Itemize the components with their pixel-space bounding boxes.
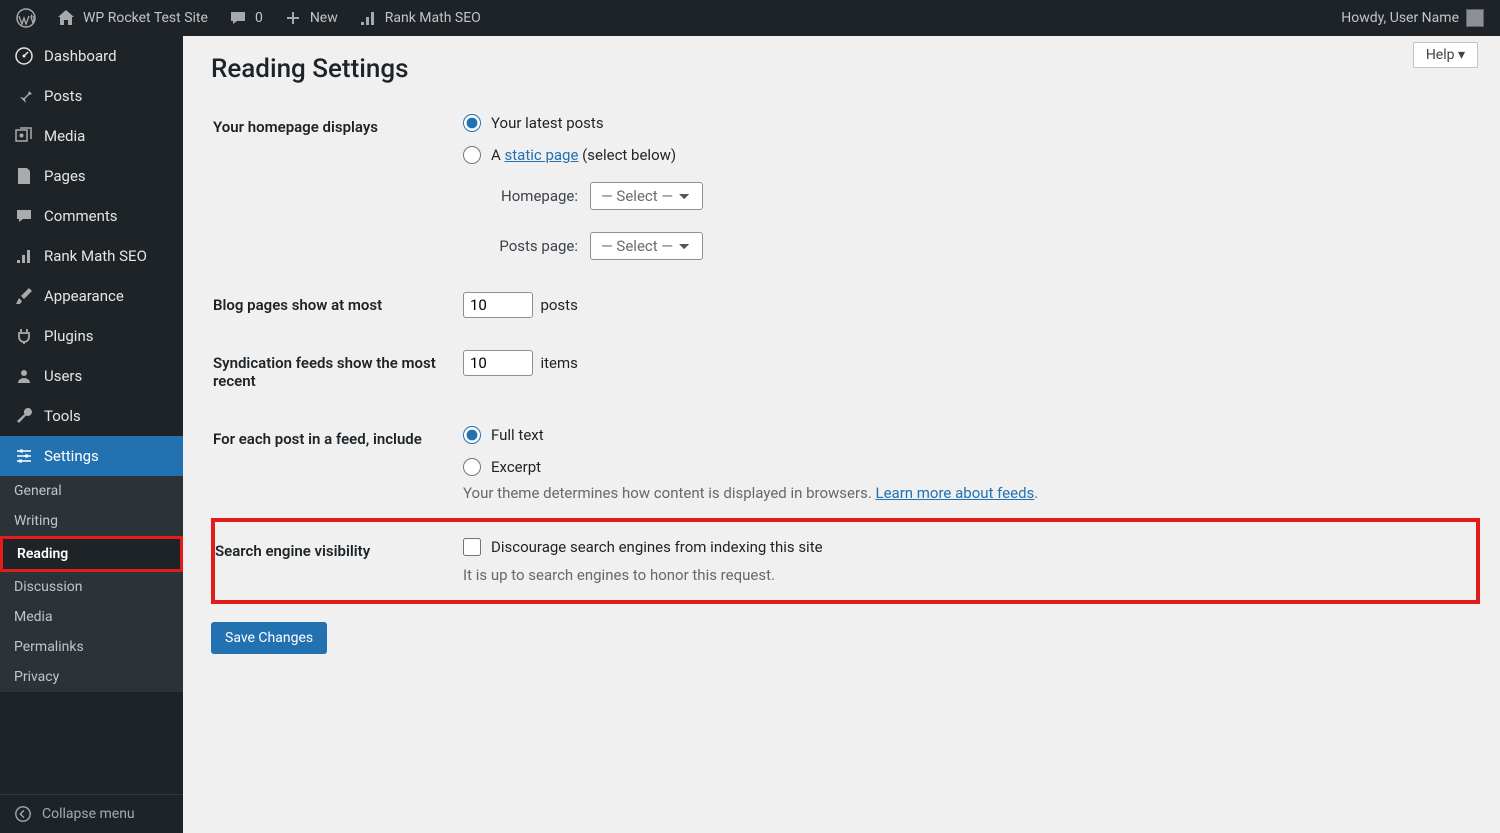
blog-pages-suffix: posts <box>540 296 577 314</box>
submenu-reading[interactable]: Reading <box>0 536 183 572</box>
wp-logo[interactable] <box>6 0 46 36</box>
static-suffix: (select below) <box>578 146 676 164</box>
static-prefix: A <box>491 146 505 164</box>
comments-link[interactable]: 0 <box>218 0 273 36</box>
brush-icon <box>14 286 34 306</box>
sev-label: Search engine visibility <box>213 520 453 602</box>
page-title: Reading Settings <box>211 36 1480 98</box>
sidebar-item-label: Tools <box>44 407 81 425</box>
sidebar-item-settings[interactable]: Settings <box>0 436 183 476</box>
feed-note-prefix: Your theme determines how content is dis… <box>463 484 876 502</box>
sidebar-item-label: Dashboard <box>44 47 117 65</box>
howdy-label: Howdy, User Name <box>1341 10 1459 26</box>
sidebar-item-comments[interactable]: Comments <box>0 196 183 236</box>
sidebar-item-tools[interactable]: Tools <box>0 396 183 436</box>
help-label: Help <box>1426 47 1455 63</box>
rankmath-bar[interactable]: Rank Math SEO <box>348 0 491 36</box>
home-icon <box>56 8 76 28</box>
comment-icon <box>228 8 248 28</box>
collapse-label: Collapse menu <box>42 806 135 822</box>
radio-latest-posts[interactable] <box>463 114 481 132</box>
submenu-discussion[interactable]: Discussion <box>0 572 183 602</box>
pin-icon <box>14 86 34 106</box>
homepage-select-label: Homepage: <box>493 187 578 205</box>
submenu-media[interactable]: Media <box>0 602 183 632</box>
postspage-select[interactable]: — Select — <box>590 232 703 260</box>
submenu-permalinks[interactable]: Permalinks <box>0 632 183 662</box>
plug-icon <box>14 326 34 346</box>
sidebar-item-media[interactable]: Media <box>0 116 183 156</box>
new-content[interactable]: New <box>273 0 348 36</box>
wordpress-icon <box>16 8 36 28</box>
discourage-label: Discourage search engines from indexing … <box>491 538 823 556</box>
submenu-general[interactable]: General <box>0 476 183 506</box>
feed-label: For each post in a feed, include <box>213 410 453 520</box>
sidebar-item-label: Settings <box>44 447 99 465</box>
submenu-writing[interactable]: Writing <box>0 506 183 536</box>
sidebar-submenu: General Writing Reading Discussion Media… <box>0 476 183 692</box>
dashboard-icon <box>14 46 34 66</box>
sidebar-item-label: Comments <box>44 207 118 225</box>
sidebar-item-dashboard[interactable]: Dashboard <box>0 36 183 76</box>
sidebar-item-label: Pages <box>44 167 86 185</box>
sev-note: It is up to search engines to honor this… <box>463 566 1466 584</box>
sidebar-item-posts[interactable]: Posts <box>0 76 183 116</box>
blog-pages-input[interactable] <box>463 292 533 318</box>
radio-excerpt[interactable] <box>463 458 481 476</box>
chart-icon <box>14 246 34 266</box>
homepage-select[interactable]: — Select — <box>590 182 703 210</box>
admin-sidebar: Dashboard Posts Media Pages Comments Ran… <box>0 36 183 833</box>
sidebar-item-label: Media <box>44 127 85 145</box>
submenu-privacy[interactable]: Privacy <box>0 662 183 692</box>
syndication-input[interactable] <box>463 350 533 376</box>
sliders-icon <box>14 446 34 466</box>
save-button[interactable]: Save Changes <box>211 622 327 654</box>
wrench-icon <box>14 406 34 426</box>
static-page-link[interactable]: static page <box>505 146 579 164</box>
sidebar-item-label: Posts <box>44 87 82 105</box>
plus-icon <box>283 8 303 28</box>
discourage-checkbox[interactable] <box>463 538 481 556</box>
comments-count: 0 <box>255 10 263 26</box>
admin-bar: WP Rocket Test Site 0 New Rank Math SEO … <box>0 0 1500 36</box>
sidebar-item-appearance[interactable]: Appearance <box>0 276 183 316</box>
comment-icon <box>14 206 34 226</box>
page-icon <box>14 166 34 186</box>
howdy[interactable]: Howdy, User Name <box>1331 0 1494 36</box>
media-icon <box>14 126 34 146</box>
sidebar-item-label: Users <box>44 367 82 385</box>
radio-full-text[interactable] <box>463 426 481 444</box>
help-tab[interactable]: Help ▾ <box>1413 42 1478 68</box>
collapse-icon <box>14 805 32 823</box>
sidebar-item-users[interactable]: Users <box>0 356 183 396</box>
radio-static-page[interactable] <box>463 146 481 164</box>
chart-icon <box>358 8 378 28</box>
sidebar-item-pages[interactable]: Pages <box>0 156 183 196</box>
new-label: New <box>310 10 338 26</box>
collapse-menu[interactable]: Collapse menu <box>0 794 183 833</box>
blog-pages-label: Blog pages show at most <box>213 276 453 334</box>
radio-latest-label: Your latest posts <box>491 114 604 132</box>
sidebar-item-label: Rank Math SEO <box>44 247 147 265</box>
rankmath-label: Rank Math SEO <box>385 10 481 26</box>
postspage-select-label: Posts page: <box>493 237 578 255</box>
syndication-label: Syndication feeds show the most recent <box>213 334 453 410</box>
learn-feeds-link[interactable]: Learn more about feeds <box>876 484 1035 502</box>
content-area: Help ▾ Reading Settings Your homepage di… <box>183 36 1500 833</box>
homepage-displays-label: Your homepage displays <box>213 98 453 276</box>
sidebar-item-rankmath[interactable]: Rank Math SEO <box>0 236 183 276</box>
excerpt-label: Excerpt <box>491 458 541 476</box>
user-icon <box>14 366 34 386</box>
site-name-label: WP Rocket Test Site <box>83 10 208 26</box>
full-text-label: Full text <box>491 426 544 444</box>
syndication-suffix: items <box>540 354 577 372</box>
avatar <box>1466 9 1484 27</box>
site-name[interactable]: WP Rocket Test Site <box>46 0 218 36</box>
sidebar-item-label: Plugins <box>44 327 93 345</box>
sidebar-item-plugins[interactable]: Plugins <box>0 316 183 356</box>
sidebar-item-label: Appearance <box>44 287 124 305</box>
